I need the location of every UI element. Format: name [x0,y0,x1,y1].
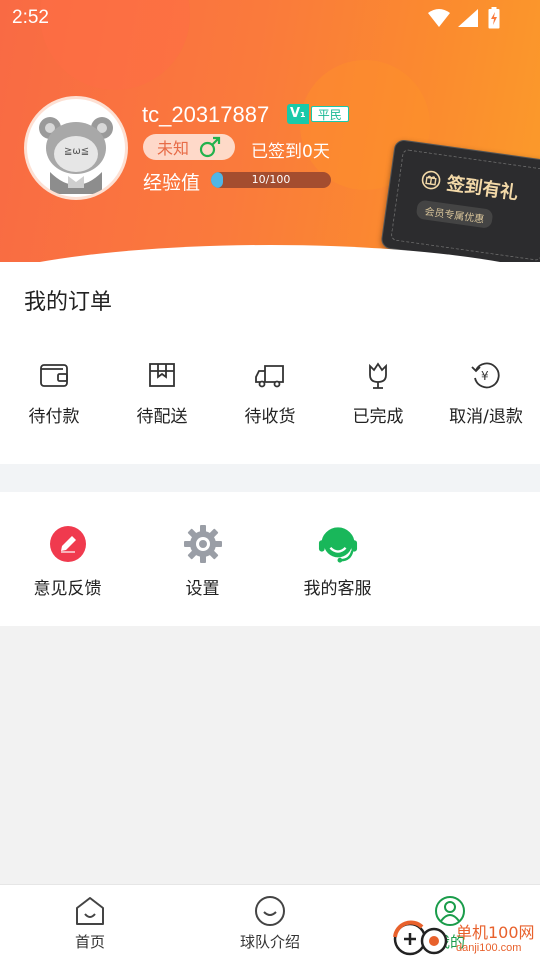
gender-badge: 未知 [143,134,235,160]
services-row: 意见反馈 设置 我的客服 [0,524,405,599]
order-item-label: 待收货 [244,407,296,427]
signin-days: 已签到0天 [251,142,330,162]
services-section: 意见反馈 设置 我的客服 [0,492,540,626]
order-item-label: 待配送 [136,407,188,427]
service-label: 设置 [185,579,220,599]
tab-team-intro[interactable]: 球队介绍 [180,895,360,952]
customer-service-button[interactable]: 我的客服 [270,524,405,599]
home-icon [76,897,104,925]
battery-icon [488,7,500,29]
smile-icon [255,896,285,926]
member-rank: 平民 [310,106,349,122]
order-status-row: 待付款 待配送 待收货 已完成 ¥ 取消/退款 [0,358,540,427]
exp-value: 10/100 [251,173,291,186]
section-divider [0,464,540,492]
gear-icon [183,525,222,563]
watermark-title: 单机100网 [456,922,535,942]
order-item-label: 取消/退款 [449,407,523,427]
service-label: 我的客服 [303,579,372,599]
truck-icon [255,365,284,388]
exp-progress-bar: 10/100 [211,172,331,188]
watermark: 单机100网 danji100.com [392,917,535,960]
order-item-label: 待付款 [28,407,80,427]
status-time: 2:52 [12,7,49,28]
bear-avatar-icon: ≧ω≦ [39,117,113,194]
edit-icon [49,526,86,562]
vip-badge: V₁ 平民 [287,104,351,124]
order-item-label: 已完成 [352,407,404,427]
watermark-url: danji100.com [456,941,522,954]
username: tc_20317887 [142,102,270,127]
tab-label: 首页 [74,933,105,951]
service-label: 意见反馈 [33,579,102,599]
order-pending-receipt[interactable]: 待收货 [216,358,324,427]
male-icon [199,136,221,158]
svg-text:¥: ¥ [481,369,489,383]
wallet-icon [40,364,68,387]
feedback-button[interactable]: 意见反馈 [0,524,135,599]
order-cancel-refund[interactable]: ¥ 取消/退款 [432,358,540,427]
signin-gift-card[interactable]: 签到有礼 会员专属优惠 [380,138,540,262]
box-icon [149,363,175,387]
tab-home[interactable]: 首页 [0,895,180,952]
headset-icon [318,527,357,563]
section-title: 我的订单 [24,290,113,315]
status-bar: 2:52 [0,0,540,36]
settings-button[interactable]: 设置 [135,524,270,599]
order-pending-delivery[interactable]: 待配送 [108,358,216,427]
signal-icon [458,9,478,27]
order-pending-payment[interactable]: 待付款 [0,358,108,427]
gift-icon [421,170,441,190]
bottom-navigation: 首页 球队介绍 我的 单机100网 danji100.com [0,884,540,960]
profile-header: 2:52 ≧ω≦ tc_20317887 V₁ 平民 未知 已签到0天 经验值 … [0,0,540,262]
svg-text:≧ω≦: ≧ω≦ [64,146,89,157]
refund-icon: ¥ [471,362,500,389]
watermark-logo-icon [393,920,448,956]
vip-level: V₁ [287,104,309,124]
tab-label: 球队介绍 [239,933,300,951]
order-completed[interactable]: 已完成 [324,358,432,427]
my-orders-section: 我的订单 待付款 待配送 待收货 已完成 ¥ 取消/退款 [0,262,540,464]
exp-label: 经验值 [143,172,201,194]
tulip-icon [369,362,387,389]
avatar[interactable]: ≧ω≦ [24,96,128,200]
wifi-icon [428,9,450,27]
gender-text: 未知 [157,139,190,158]
